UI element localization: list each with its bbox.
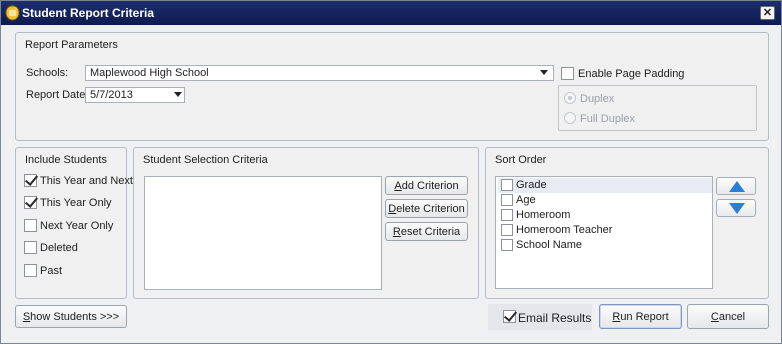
sort-item-label: Age	[516, 194, 536, 206]
this-year-and-next-label: This Year and Next	[40, 175, 133, 187]
sort-item-label: Homeroom Teacher	[516, 224, 613, 236]
schools-label: Schools:	[26, 67, 69, 79]
report-parameters-group: Report Parameters Schools: Maplewood Hig…	[15, 32, 769, 141]
sort-homeroom-teacher-checkbox[interactable]	[501, 224, 513, 236]
list-item[interactable]: Age	[498, 193, 712, 208]
include-students-group: Include Students This Year and Next This…	[15, 147, 133, 299]
schools-value: Maplewood High School	[90, 67, 209, 79]
list-item[interactable]: School Name	[498, 238, 712, 253]
group-title: Student Selection Criteria	[143, 154, 268, 166]
criteria-list[interactable]	[144, 176, 382, 290]
past-label: Past	[40, 265, 63, 277]
full-duplex-label: Full Duplex	[580, 113, 636, 125]
this-year-only-label: This Year Only	[40, 197, 112, 209]
report-date-picker[interactable]: 5/7/2013	[85, 87, 185, 103]
sort-order-group: Sort Order Grade Age Homeroom Homeroom T…	[485, 147, 769, 299]
full-duplex-radio[interactable]	[564, 112, 576, 124]
sort-item-label: Homeroom	[516, 209, 571, 221]
title-bar: Student Report Criteria ✕	[1, 1, 781, 25]
chevron-down-icon[interactable]	[540, 70, 548, 75]
close-button[interactable]: ✕	[760, 6, 775, 20]
duplex-radio[interactable]	[564, 92, 576, 104]
email-results-checkbox[interactable]	[503, 310, 516, 323]
sort-item-label: Grade	[516, 179, 547, 191]
report-date-label: Report Date:	[26, 89, 89, 101]
close-icon: ✕	[762, 7, 773, 19]
show-students-button[interactable]: Show Students >>>	[15, 305, 127, 328]
window-title: Student Report Criteria	[22, 6, 155, 20]
enable-page-padding-checkbox[interactable]	[561, 67, 574, 80]
sort-item-label: School Name	[516, 239, 583, 251]
email-results-label: Email Results	[518, 311, 592, 325]
list-item[interactable]: Homeroom Teacher	[498, 223, 712, 238]
group-title: Sort Order	[495, 154, 547, 166]
add-criterion-button[interactable]: Add Criterion	[385, 176, 468, 195]
past-checkbox[interactable]	[24, 264, 37, 277]
deleted-checkbox[interactable]	[24, 241, 37, 254]
sort-homeroom-checkbox[interactable]	[501, 209, 513, 221]
duplex-options-box: Duplex Full Duplex	[558, 85, 757, 131]
sort-school-name-checkbox[interactable]	[501, 239, 513, 251]
delete-criterion-button[interactable]: Delete Criterion	[385, 199, 468, 218]
list-item[interactable]: Grade	[498, 178, 712, 193]
group-title: Report Parameters	[25, 39, 118, 51]
sort-grade-checkbox[interactable]	[501, 179, 513, 191]
run-report-button[interactable]: Run Report	[599, 304, 682, 329]
next-year-only-label: Next Year Only	[40, 220, 114, 232]
schools-select[interactable]: Maplewood High School	[85, 65, 554, 81]
arrow-up-icon	[729, 181, 745, 192]
app-logo-icon	[5, 5, 20, 21]
next-year-only-checkbox[interactable]	[24, 219, 37, 232]
this-year-only-checkbox[interactable]	[24, 196, 37, 209]
deleted-label: Deleted	[40, 242, 78, 254]
list-item[interactable]: Homeroom	[498, 208, 712, 223]
this-year-and-next-checkbox[interactable]	[24, 174, 37, 187]
group-title: Include Students	[25, 154, 107, 166]
sort-order-list[interactable]: Grade Age Homeroom Homeroom Teacher Scho…	[495, 176, 713, 289]
dialog-window: Student Report Criteria ✕ Report Paramet…	[0, 0, 782, 344]
selection-criteria-group: Student Selection Criteria Add Criterion…	[133, 147, 479, 299]
arrow-down-icon	[729, 203, 745, 214]
report-date-value: 5/7/2013	[90, 89, 133, 101]
chevron-down-icon	[174, 92, 182, 97]
enable-page-padding-label: Enable Page Padding	[578, 68, 685, 80]
move-up-button[interactable]	[716, 177, 756, 195]
sort-age-checkbox[interactable]	[501, 194, 513, 206]
cancel-button[interactable]: Cancel	[687, 304, 769, 329]
reset-criteria-button[interactable]: Reset Criteria	[385, 222, 468, 241]
email-results-area: Email Results	[488, 304, 592, 330]
duplex-label: Duplex	[580, 93, 615, 105]
move-down-button[interactable]	[716, 199, 756, 217]
